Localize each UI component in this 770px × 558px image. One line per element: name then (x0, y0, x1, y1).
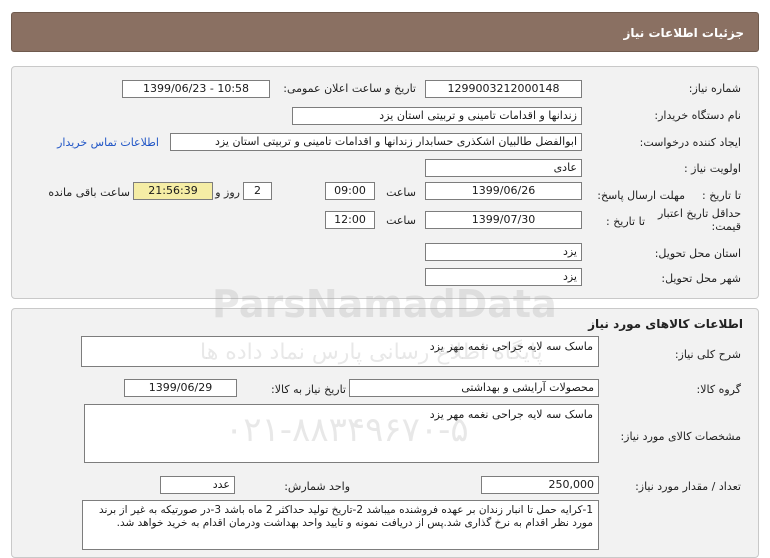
city-label: شهر محل تحویل: (661, 272, 741, 285)
deadline-time-label: ساعت (386, 186, 416, 199)
deadline-date-field: 1399/06/26 (425, 182, 582, 200)
unit-label: واحد شمارش: (284, 480, 350, 493)
remaining-label: ساعت باقی مانده (48, 186, 130, 199)
need-info-panel (11, 66, 759, 299)
validity-time-field: 12:00 (325, 211, 375, 229)
deadline-label: مهلت ارسال پاسخ: (597, 189, 685, 202)
validity-to-date-label: تا تاریخ : (606, 215, 645, 228)
notes-field: 1-کرایه حمل تا انبار زندان بر عهده فروشن… (82, 500, 599, 550)
specs-label: مشخصات کالای مورد نیاز: (620, 430, 741, 443)
validity-label: حداقل تاریخ اعتبار قیمت: (657, 207, 741, 233)
quantity-label: تعداد / مقدار مورد نیاز: (635, 480, 741, 493)
specs-field: ماسک سه لایه جراحی نغمه مهر یزد (84, 404, 599, 463)
remaining-time-field: 21:56:39 (133, 182, 213, 200)
need-date-label: تاریخ نیاز به کالا: (271, 383, 346, 396)
announce-field: 1399/06/23 - 10:58 (122, 80, 270, 98)
goods-group-field: محصولات آرایشی و بهداشتی (349, 379, 599, 397)
page-header: جزئیات اطلاعات نیاز (11, 12, 759, 52)
days-field: 2 (243, 182, 272, 200)
city-field: یزد (425, 268, 582, 286)
buyer-org-label: نام دستگاه خریدار: (654, 109, 741, 122)
creator-label: ایجاد کننده درخواست: (639, 136, 741, 149)
buyer-org-field: زندانها و اقدامات تامینی و تربیتی استان … (292, 107, 582, 125)
goods-group-label: گروه کالا: (696, 383, 741, 396)
validity-date-field: 1399/07/30 (425, 211, 582, 229)
priority-label: اولویت نیاز : (683, 162, 741, 175)
need-number-field: 1299003212000148 (425, 80, 582, 98)
need-date-field: 1399/06/29 (124, 379, 237, 397)
summary-label: شرح کلی نیاز: (674, 348, 741, 361)
province-field: یزد (425, 243, 582, 261)
goods-section-title: اطلاعات کالاهای مورد نیاز (588, 317, 743, 331)
deadline-time-field: 09:00 (325, 182, 375, 200)
quantity-field: 250,000 (481, 476, 599, 494)
summary-field: ماسک سه لایه جراحی نغمه مهر یزد (81, 336, 599, 367)
creator-field: ابوالفضل طالبیان اشکذری حسابدار زندانها … (170, 133, 582, 151)
validity-time-label: ساعت (386, 214, 416, 227)
unit-field: عدد (160, 476, 235, 494)
page-title: جزئیات اطلاعات نیاز (623, 26, 744, 40)
announce-label: تاریخ و ساعت اعلان عمومی: (283, 82, 416, 95)
deadline-to-date-label: تا تاریخ : (702, 189, 741, 202)
priority-field: عادی (425, 159, 582, 177)
province-label: استان محل تحویل: (654, 247, 741, 260)
need-number-label: شماره نیاز: (688, 82, 741, 95)
buyer-contact-link[interactable]: اطلاعات تماس خریدار (57, 136, 159, 149)
days-label: روز و (215, 186, 240, 199)
